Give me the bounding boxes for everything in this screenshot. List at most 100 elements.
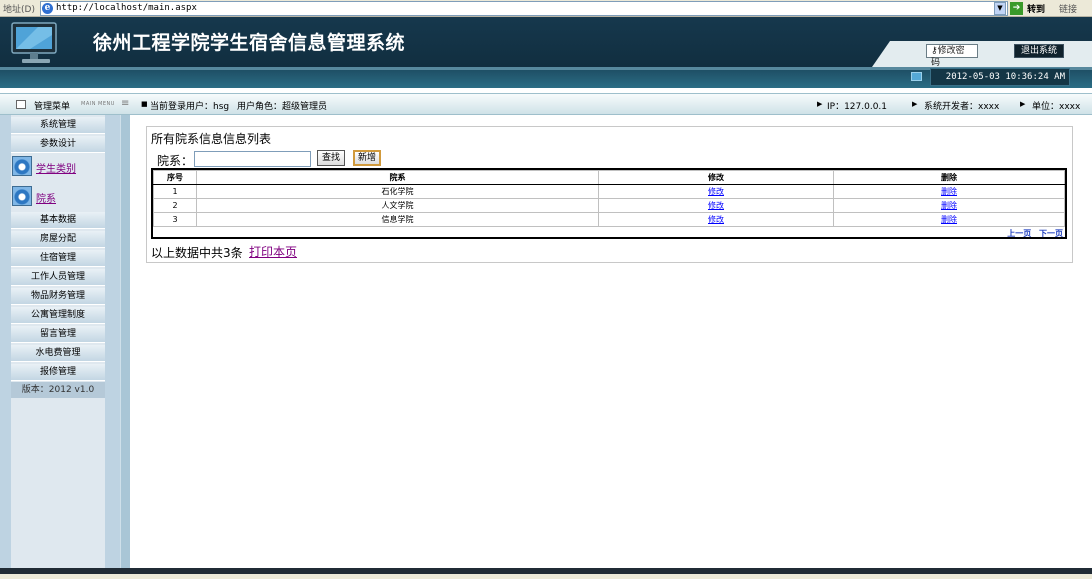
- sidebar-item-label: 水电费管理: [35, 348, 81, 358]
- edit-cell: 修改: [598, 212, 834, 227]
- gear-icon: [12, 186, 32, 206]
- ip-address: IP：127.0.0.1: [827, 102, 888, 112]
- sidebar-item-staff[interactable]: 工作人员管理: [11, 269, 105, 286]
- next-page-link[interactable]: 下一页: [1039, 229, 1063, 238]
- go-label: 转到: [1027, 5, 1046, 15]
- column-header: 删除: [833, 170, 1065, 185]
- column-header: 院系: [196, 170, 599, 185]
- sidebar-item-label: 住宿管理: [39, 253, 76, 263]
- change-password-button[interactable]: ⚷修改密码: [926, 44, 978, 68]
- header-strip: [0, 67, 1092, 88]
- key-icon: ⚷: [931, 46, 938, 56]
- department-search-input[interactable]: [194, 151, 311, 167]
- developer: 系统开发者：xxxx: [924, 102, 1000, 112]
- table-row: 1 石化学院 修改 删除: [153, 184, 1065, 199]
- sidebar-splitter[interactable]: [120, 115, 130, 568]
- address-dropdown-icon[interactable]: ▼: [994, 2, 1006, 15]
- menu-title: 管理菜单: [34, 102, 71, 112]
- category-student-type[interactable]: 学生类别: [11, 156, 105, 176]
- prev-page-link[interactable]: 上一页: [1007, 229, 1031, 238]
- datetime-display: 2012-05-03 10:36:24 AM: [930, 68, 1070, 86]
- sidebar-item-repairs[interactable]: 报修管理: [11, 364, 105, 381]
- sidebar-item-room-allocation[interactable]: 房屋分配: [11, 231, 105, 248]
- arrow-bullet-icon: ▶: [912, 100, 918, 108]
- delete-link[interactable]: 删除: [941, 215, 957, 224]
- print-page-link[interactable]: 打印本页: [249, 243, 297, 260]
- pager: 上一页 下一页: [1002, 228, 1063, 239]
- column-header: 修改: [598, 170, 834, 185]
- sidebar-item-finance[interactable]: 物品财务管理: [11, 288, 105, 305]
- page-title: 所有院系信息信息列表: [151, 132, 272, 146]
- edit-cell: 修改: [598, 198, 834, 213]
- sidebar-item-label: 系统管理: [39, 120, 76, 130]
- current-user: 当前登录用户：hsg: [150, 102, 230, 112]
- go-arrow-icon: ➔: [1010, 2, 1023, 15]
- edit-cell: 修改: [598, 184, 834, 199]
- category-link[interactable]: 院系: [36, 190, 56, 205]
- sidebar-item-basic-data[interactable]: 基本数据: [11, 212, 105, 229]
- menu-title-en: MAIN MENU: [81, 101, 115, 107]
- sidebar-item-utility-fees[interactable]: 水电费管理: [11, 345, 105, 362]
- user-role: 用户角色：超级管理员: [237, 102, 328, 112]
- edit-link[interactable]: 修改: [708, 215, 724, 224]
- status-bar: [0, 574, 1092, 579]
- table-row: 3 信息学院 修改 删除: [153, 212, 1065, 227]
- gear-icon: [12, 156, 32, 176]
- menu-panel-icon: [16, 100, 26, 109]
- row-number: 2: [153, 198, 197, 213]
- delete-cell: 删除: [833, 198, 1065, 213]
- search-button[interactable]: 查找: [317, 150, 345, 166]
- address-input[interactable]: e http://localhost/main.aspx: [40, 1, 1008, 16]
- sidebar-item-label: 基本数据: [39, 215, 76, 225]
- sidebar-item-label: 参数设计: [39, 139, 76, 149]
- sidebar-item-label: 工作人员管理: [30, 272, 85, 282]
- monitor-logo-icon: [11, 22, 57, 63]
- edit-link[interactable]: 修改: [708, 187, 724, 196]
- delete-cell: 删除: [833, 184, 1065, 199]
- record-summary: 以上数据中共3条: [151, 246, 243, 260]
- sidebar-item-label: 公寓管理制度: [30, 310, 85, 320]
- arrow-bullet-icon: ▶: [817, 100, 823, 108]
- logout-button[interactable]: 退出系统: [1014, 44, 1064, 58]
- sidebar-item-label: 留言管理: [39, 329, 76, 339]
- version-label: 版本：2012 v1.0: [11, 382, 105, 398]
- department-table: 序号 院系 修改 删除 1 石化学院 修改 删除 2 人文学院 修改 删除 3 …: [151, 168, 1067, 239]
- row-department: 信息学院: [196, 212, 599, 227]
- edit-link[interactable]: 修改: [708, 201, 724, 210]
- search-label: 院系：: [157, 154, 194, 168]
- sidebar-item-params[interactable]: 参数设计: [11, 136, 105, 153]
- sidebar-item-label: 报修管理: [39, 367, 76, 377]
- table-row: 2 人文学院 修改 删除: [153, 198, 1065, 213]
- row-number: 3: [153, 212, 197, 227]
- sidebar-item-label: 物品财务管理: [30, 291, 85, 301]
- delete-cell: 删除: [833, 212, 1065, 227]
- add-button[interactable]: 新增: [353, 150, 381, 166]
- column-header: 序号: [153, 170, 197, 185]
- unit: 单位：xxxx: [1032, 102, 1081, 112]
- row-department: 人文学院: [196, 198, 599, 213]
- row-number: 1: [153, 184, 197, 199]
- links-button[interactable]: 链接: [1059, 2, 1077, 15]
- sidebar-item-lodging[interactable]: 住宿管理: [11, 250, 105, 267]
- sidebar-item-label: 房屋分配: [39, 234, 76, 244]
- bullet-icon: ■: [141, 100, 148, 108]
- menu-collapse-icon[interactable]: ≡: [121, 98, 129, 109]
- app-header: 徐州工程学院学生宿舍信息管理系统 ⚷修改密码 退出系统 2012-05-03 1…: [0, 17, 1092, 88]
- delete-link[interactable]: 删除: [941, 187, 957, 196]
- go-button[interactable]: ➔ 转到: [1010, 1, 1054, 16]
- arrow-bullet-icon: ▶: [1020, 100, 1026, 108]
- ie-page-icon: e: [42, 3, 53, 14]
- sidebar-item-messages[interactable]: 留言管理: [11, 326, 105, 343]
- address-label: 地址(D): [3, 5, 35, 15]
- address-url: http://localhost/main.aspx: [56, 3, 197, 13]
- system-title: 徐州工程学院学生宿舍信息管理系统: [93, 32, 406, 54]
- category-link[interactable]: 学生类别: [36, 160, 76, 175]
- row-department: 石化学院: [196, 184, 599, 199]
- delete-link[interactable]: 删除: [941, 201, 957, 210]
- sidebar-item-system[interactable]: 系统管理: [11, 117, 105, 134]
- table-header-row: 序号 院系 修改 删除: [153, 170, 1065, 185]
- category-department[interactable]: 院系: [11, 186, 105, 206]
- clock-screen-icon: [911, 72, 922, 81]
- department-grid: 序号 院系 修改 删除 1 石化学院 修改 删除 2 人文学院 修改 删除 3 …: [153, 170, 1065, 227]
- sidebar-item-rules[interactable]: 公寓管理制度: [11, 307, 105, 324]
